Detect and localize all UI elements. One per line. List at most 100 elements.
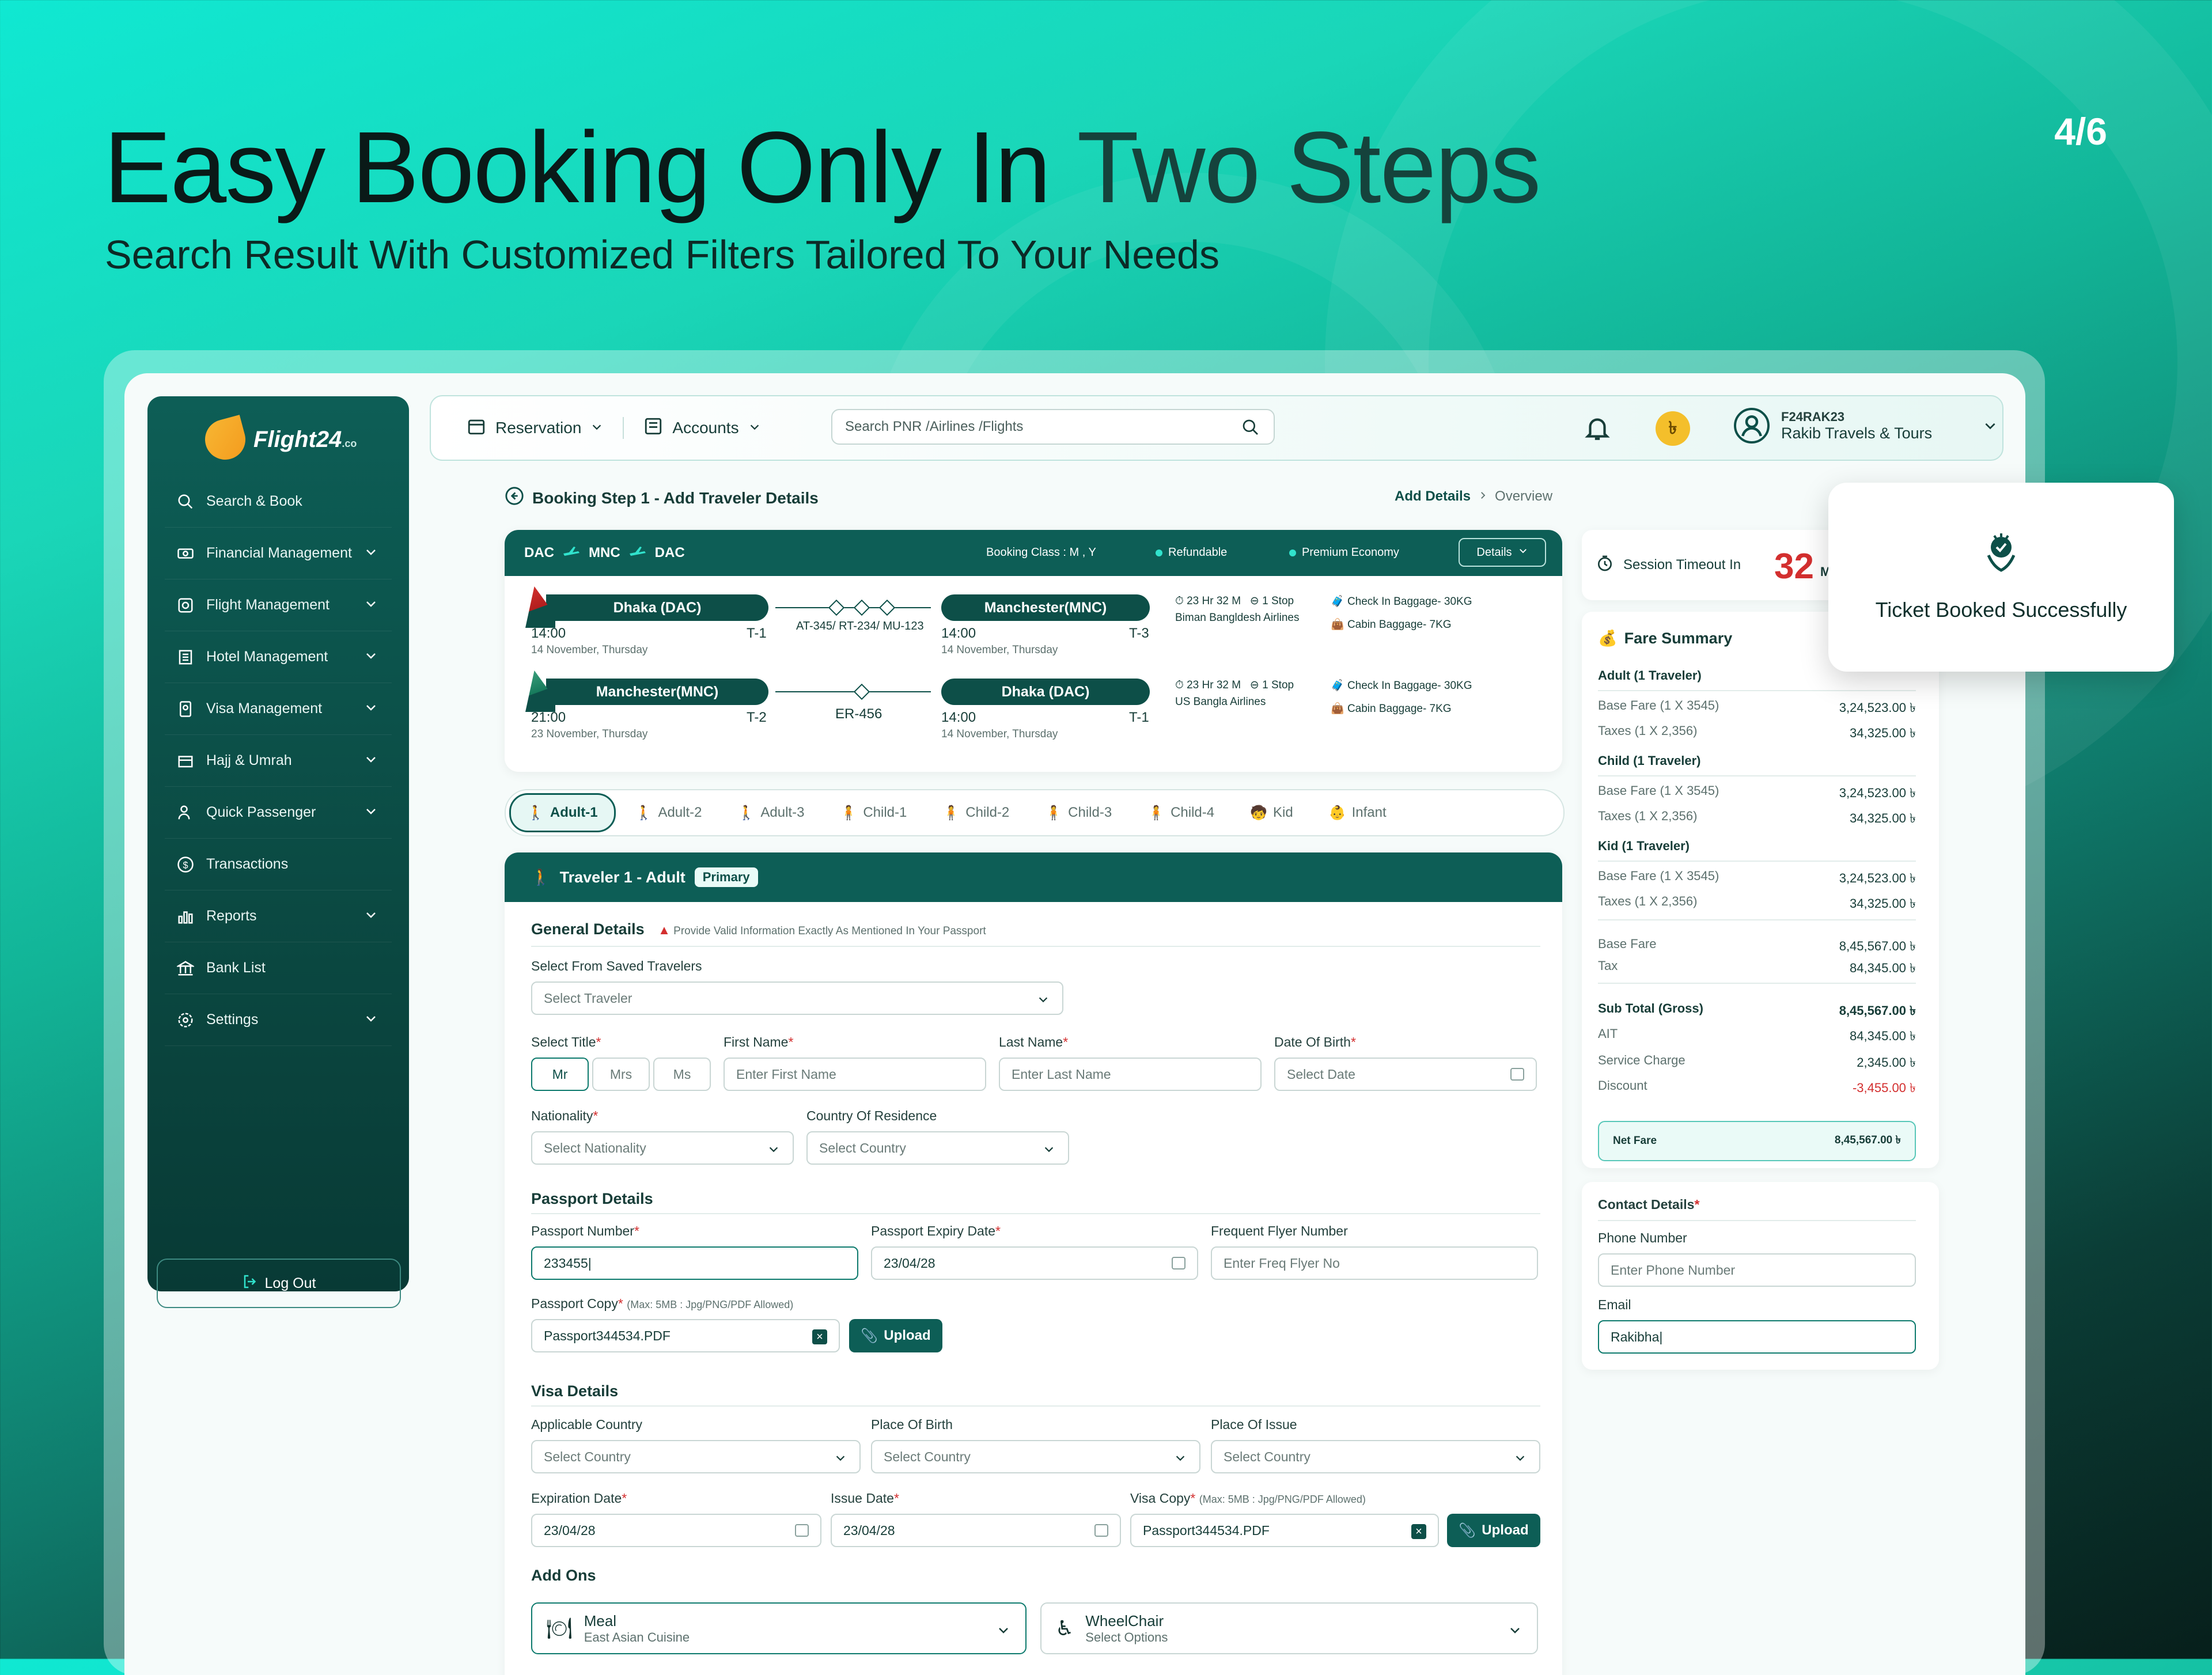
chevron-down-icon [997, 1623, 1010, 1640]
place-of-issue-select[interactable]: Select Country [1211, 1440, 1540, 1473]
duration: ⏱ 23 Hr 32 M ⊖ 1 Stop [1175, 679, 1294, 691]
currency-button[interactable]: ৳ [1656, 411, 1690, 446]
sidebar-item-hajj-umrah[interactable]: Hajj & Umrah [165, 735, 392, 787]
sidebar: Flight24.co Search & Book Financial Mana… [147, 396, 409, 1308]
top-bar: Reservation Accounts Search PNR /Airline… [430, 395, 2003, 461]
reports-icon [176, 907, 195, 926]
cabin-baggage: 👜 Cabin Baggage- 7KG [1331, 619, 1452, 631]
tab-child-2[interactable]: 🧍 Child-2 [926, 795, 1025, 831]
arrival-time: 14:00 [941, 710, 976, 725]
tab-child-4[interactable]: 🧍 Child-4 [1131, 795, 1230, 831]
fare-group-title: Adult (1 Traveler) [1598, 668, 1702, 683]
search-input[interactable]: Search PNR /Airlines /Flights [831, 409, 1275, 445]
sidebar-item-visa-management[interactable]: Visa Management [165, 683, 392, 735]
infant-icon: 👶 [1328, 805, 1346, 821]
tab-adult-2[interactable]: 🚶 Adult-2 [619, 795, 718, 831]
stop-marker-icon [853, 599, 870, 616]
first-name-field[interactable]: Enter First Name [724, 1058, 986, 1091]
last-name-field[interactable]: Enter Last Name [999, 1058, 1262, 1091]
calendar-icon [1094, 1524, 1108, 1537]
hajj-icon [176, 752, 195, 770]
nationality-select[interactable]: Select Nationality [531, 1131, 794, 1165]
issue-date-field[interactable]: 23/04/28 [831, 1514, 1121, 1547]
divider [531, 1213, 1540, 1214]
place-of-birth-select[interactable]: Select Country [871, 1440, 1200, 1473]
email-field[interactable]: Rakibha| [1598, 1320, 1916, 1354]
cabin-baggage: 👜 Cabin Baggage- 7KG [1331, 703, 1452, 715]
passport-number-field[interactable]: 233455| [531, 1246, 858, 1280]
page-title: Booking Step 1 - Add Traveler Details [505, 486, 819, 510]
visa-upload-button[interactable]: 📎 Upload [1447, 1514, 1540, 1547]
passport-expiry-field[interactable]: 23/04/28 [871, 1246, 1198, 1280]
tab-child-1[interactable]: 🧍 Child-1 [824, 795, 923, 831]
kid-icon: 🧒 [1250, 805, 1267, 821]
dob-field[interactable]: Select Date [1274, 1058, 1537, 1091]
tab-child-3[interactable]: 🧍 Child-3 [1029, 795, 1128, 831]
search-icon[interactable] [1241, 418, 1260, 441]
user-name: Rakib Travels & Tours [1781, 424, 1933, 442]
sidebar-item-label: Transactions [206, 856, 289, 872]
passport-upload-button[interactable]: 📎 Upload [849, 1319, 942, 1352]
sidebar-item-financial-management[interactable]: Financial Management [165, 528, 392, 579]
back-icon[interactable] [505, 486, 524, 510]
segment-destination: Manchester(MNC) [941, 594, 1150, 621]
sidebar-item-search-book[interactable]: Search & Book [165, 476, 392, 528]
tab-kid[interactable]: 🧒 Kid [1234, 795, 1309, 831]
sidebar-item-settings[interactable]: Settings [165, 994, 392, 1046]
user-menu[interactable]: F24RAK23 Rakib Travels & Tours [1734, 408, 1995, 444]
tab-adult-3[interactable]: 🚶 Adult-3 [721, 795, 820, 831]
crumb-overview[interactable]: Overview [1495, 488, 1552, 505]
wheelchair-select[interactable]: ♿ WheelChair Select Options [1040, 1602, 1538, 1654]
stop-marker-icon [853, 683, 870, 700]
passport-warning: ▲ Provide Valid Information Exactly As M… [658, 923, 986, 937]
money-bag-icon: 💰 [1598, 630, 1618, 647]
app-window: Flight24.co Search & Book Financial Mana… [124, 373, 2025, 1675]
sidebar-item-transactions[interactable]: $ Transactions [165, 839, 392, 890]
frequent-flyer-field[interactable]: Enter Freq Flyer No [1211, 1246, 1538, 1280]
bell-icon[interactable] [1583, 414, 1612, 445]
sidebar-item-hotel-management[interactable]: Hotel Management [165, 631, 392, 683]
residence-select[interactable]: Select Country [806, 1131, 1069, 1165]
sidebar-item-label: Hotel Management [206, 649, 328, 665]
person-icon: 🚶 [737, 805, 755, 821]
stop-marker-icon [828, 599, 845, 616]
passport-number-label: Passport Number* [531, 1223, 639, 1238]
route-destination: DAC [654, 545, 685, 560]
title-ms-option[interactable]: Ms [653, 1058, 711, 1091]
arrival-date: 14 November, Thursday [941, 644, 1058, 656]
saved-traveler-select[interactable]: Select Traveler [531, 981, 1063, 1015]
phone-field[interactable]: Enter Phone Number [1598, 1253, 1916, 1287]
calendar-icon [1510, 1068, 1524, 1081]
accounts-menu[interactable]: Accounts [643, 416, 760, 440]
close-icon[interactable]: × [812, 1329, 827, 1344]
fare-summary-title: 💰 Fare Summary [1598, 629, 1733, 647]
applicable-country-select[interactable]: Select Country [531, 1440, 861, 1473]
fare-summary: 💰 Fare Summary Adult (1 Traveler) Base Fa… [1582, 612, 1939, 1168]
title-mr-option[interactable]: Mr [531, 1058, 589, 1091]
luggage-icon: 🧳 [1331, 680, 1344, 692]
details-button[interactable]: Details [1459, 538, 1546, 567]
itinerary-card: DAC MNC DAC Booking Class : M , Y Refund… [505, 530, 1562, 772]
child-icon: 🧍 [1045, 805, 1063, 821]
close-icon[interactable]: × [1411, 1524, 1426, 1539]
sidebar-item-reports[interactable]: Reports [165, 890, 392, 942]
sidebar-item-quick-passenger[interactable]: Quick Passenger [165, 787, 392, 839]
meal-select[interactable]: 🍽 Meal East Asian Cuisine [531, 1602, 1027, 1654]
child-icon: 🧍 [942, 805, 960, 821]
user-code: F24RAK23 [1781, 409, 1845, 424]
airline-name: US Bangla Airlines [1175, 696, 1266, 708]
sidebar-item-flight-management[interactable]: Flight Management [165, 579, 392, 631]
logout-button[interactable]: Log Out [157, 1259, 401, 1308]
person-icon: 🚶 [531, 869, 551, 886]
hero-title: Easy Booking Only In Two Steps [104, 111, 1541, 224]
crumb-add-details[interactable]: Add Details [1395, 488, 1471, 505]
flight-segment: Dhaka (DAC) 14:00 14 November, Thursday … [525, 586, 1551, 675]
expiration-date-field[interactable]: 23/04/28 [531, 1514, 821, 1547]
tab-adult-1[interactable]: 🚶 Adult-1 [509, 793, 616, 832]
reservation-menu[interactable]: Reservation [467, 416, 603, 440]
sidebar-item-bank-list[interactable]: Bank List [165, 942, 392, 994]
contact-title: Contact Details* [1598, 1197, 1700, 1212]
tab-infant[interactable]: 👶 Infant [1313, 795, 1403, 831]
segment-origin: Manchester(MNC) [546, 679, 768, 705]
title-mrs-option[interactable]: Mrs [592, 1058, 650, 1091]
